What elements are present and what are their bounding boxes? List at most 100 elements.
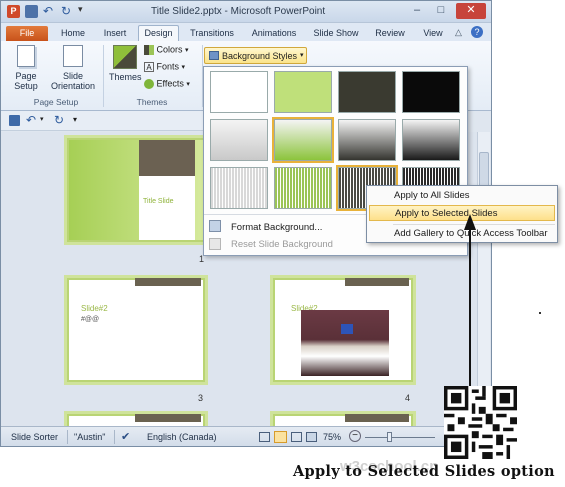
chevron-down-icon[interactable]: ▾ [40,115,44,123]
background-style-swatch[interactable] [210,119,268,161]
powerpoint-logo-icon[interactable]: P [7,5,20,18]
background-style-swatch[interactable] [272,117,334,163]
background-style-swatch[interactable] [402,71,460,113]
tab-transitions[interactable]: Transitions [184,26,240,41]
reset-background-item[interactable]: Reset Slide Background [231,239,333,250]
tab-design[interactable]: Design [138,25,179,42]
zoom-out-icon[interactable]: − [349,430,361,442]
zoom-level[interactable]: 75% [323,432,341,442]
customize-qat-icon[interactable]: ▾ [73,115,77,124]
effects-label: Effects [156,78,184,89]
qr-code-icon [444,386,517,459]
slide-photo [301,310,389,376]
tab-slide-show[interactable]: Slide Show [308,26,364,41]
chevron-down-icon: ▾ [185,47,189,54]
background-style-swatch[interactable] [402,119,460,161]
minimize-button[interactable]: – [406,3,428,19]
status-bar: Slide Sorter "Austin" ✔ English (Canada)… [1,426,491,446]
effects-icon [144,78,154,89]
slide-orientation-label: Slide Orientation [50,71,96,91]
stray-mark [539,312,541,314]
chevron-down-icon: ▾ [300,52,304,59]
tab-home[interactable]: Home [57,26,89,41]
background-styles-icon [209,51,219,60]
background-style-swatch[interactable] [210,71,268,113]
background-styles-label: Background Styles [222,51,298,61]
ribbon-tabs: File Home Insert Design Transitions Anim… [1,23,491,42]
normal-view-icon[interactable] [259,432,270,442]
slide-title: Slide#2 [81,304,108,313]
fonts-label: Fonts [156,61,180,72]
slide-number: 3 [198,393,204,403]
save-icon[interactable] [9,115,20,126]
title-bar: P ↶ ↻ ▾ Title Slide2.pptx - Microsoft Po… [1,1,491,23]
colors-icon [144,44,154,55]
redo-icon[interactable]: ↻ [61,4,71,18]
slide-thumbnail[interactable]: Slide#2 #@@ [67,278,205,382]
page-setup-button[interactable]: Page Setup [9,45,43,95]
background-style-swatch[interactable] [274,167,332,209]
page-setup-label: Page Setup [14,71,38,91]
slide-number: 4 [405,393,411,403]
pointer-arrow-icon [464,214,476,392]
tab-view[interactable]: View [419,26,447,41]
maximize-button[interactable]: □ [430,3,452,19]
help-icon[interactable]: ? [471,26,483,38]
slide-sorter-view-icon[interactable] [274,431,287,443]
undo-icon[interactable]: ↶ [43,4,53,18]
separator [114,430,115,444]
slide-tab-strip [345,278,409,286]
slide-tab-strip [135,414,201,422]
slide-tab-strip [345,414,409,422]
format-background-item[interactable]: Format Background... [231,222,322,233]
tab-insert[interactable]: Insert [97,26,133,41]
undo-icon[interactable]: ↶ [26,113,36,127]
themes-label: Themes [109,72,142,82]
background-style-swatch[interactable] [210,167,268,209]
slide-subtitle: #@@ [81,316,100,323]
page-setup-group-label: Page Setup [33,97,79,107]
chevron-down-icon: ▾ [186,81,190,88]
reset-background-icon [209,238,221,250]
slide-orientation-icon [63,45,83,67]
apply-to-all-slides-item[interactable]: Apply to All Slides [369,188,555,204]
close-button[interactable]: ✕ [456,3,486,19]
quick-access-toolbar: ↶ ▾ ↻ ▾ [1,111,204,131]
slide-title: Title Slide [143,198,174,205]
tab-file[interactable]: File [6,26,48,41]
themes-icon [113,45,137,69]
slide-thumbnail[interactable]: Slide#2 [273,278,413,382]
theme-name: "Austin" [74,432,106,442]
zoom-slider[interactable] [365,432,435,442]
background-styles-button[interactable]: Background Styles ▾ [204,47,307,64]
tab-animations[interactable]: Animations [246,26,302,41]
background-style-swatch[interactable] [274,71,332,113]
customize-qat-icon[interactable]: ▾ [78,4,83,15]
group-separator [103,45,104,107]
themes-button[interactable]: Themes [109,45,142,95]
spelling-check-icon[interactable]: ✔ [121,430,130,443]
fonts-button[interactable]: A Fonts ▾ [144,61,200,75]
background-style-swatch[interactable] [338,71,396,113]
language-label[interactable]: English (Canada) [147,432,217,442]
themes-group-label: Themes [136,97,168,107]
colors-label: Colors [156,44,183,55]
slide-show-view-icon[interactable] [306,432,317,442]
tab-review[interactable]: Review [371,26,409,41]
slide-thumbnail[interactable]: Title Slide [67,138,207,242]
repeat-icon[interactable]: ↻ [54,113,64,127]
effects-button[interactable]: Effects ▾ [144,78,200,92]
save-icon[interactable] [25,5,38,18]
fonts-icon: A [144,61,154,72]
window-title: Title Slide2.pptx - Microsoft PowerPoint [151,6,326,17]
reading-view-icon[interactable] [291,432,302,442]
figure-caption: Apply to Selected Slides option [293,463,555,480]
background-style-swatch[interactable] [338,119,396,161]
slide-title-panel [139,140,195,240]
minimize-ribbon-icon[interactable]: △ [455,27,462,38]
view-mode-label: Slide Sorter [11,432,59,442]
colors-button[interactable]: Colors ▾ [144,44,200,58]
slide-tab-strip [135,278,201,286]
format-background-icon [209,220,221,232]
slide-orientation-button[interactable]: Slide Orientation [45,45,101,95]
